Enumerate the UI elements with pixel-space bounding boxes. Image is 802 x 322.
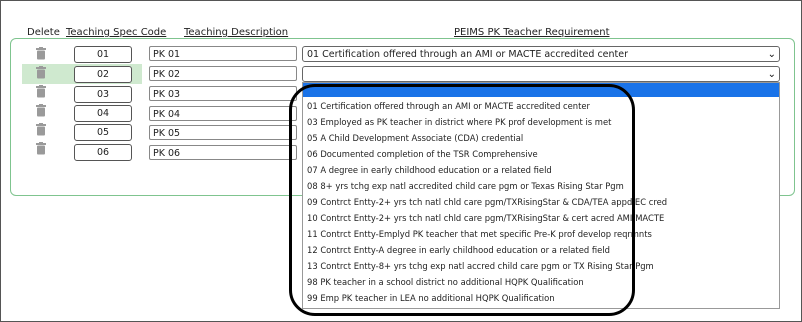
peims-requirement-select[interactable]: 01 Certification offered through an AMI … <box>302 46 780 62</box>
trash-icon[interactable] <box>35 85 47 98</box>
trash-icon[interactable] <box>35 66 47 79</box>
peims-requirement-select-open[interactable]: ⌄ <box>302 66 780 82</box>
dropdown-option[interactable]: 09 Contrct Entty-2+ yrs tch natl chld ca… <box>307 197 667 207</box>
teaching-description-field[interactable]: PK 05 <box>149 125 297 140</box>
teaching-spec-code-field[interactable]: 01 <box>74 46 132 63</box>
dropdown-option[interactable]: 12 Contrct Entty-A degree in early child… <box>307 245 610 255</box>
teaching-description-field[interactable]: PK 03 <box>149 86 297 101</box>
dropdown-option[interactable]: 99 Emp PK teacher in LEA no additional H… <box>307 293 555 303</box>
dropdown-option[interactable]: 10 Contrct Entty-2+ yrs tch natl chld ca… <box>307 213 664 223</box>
header-teaching-spec-code: Teaching Spec Code <box>66 27 167 38</box>
chevron-down-icon: ⌄ <box>767 49 776 60</box>
dropdown-option[interactable]: 01 Certification offered through an AMI … <box>307 101 590 111</box>
dropdown-option[interactable]: 07 A degree in early childhood education… <box>307 165 552 175</box>
header-teaching-description: Teaching Description <box>184 27 289 38</box>
dropdown-option[interactable]: 13 Contrct Entty-8+ yrs tchg exp natl ac… <box>307 261 654 271</box>
teaching-spec-code-field[interactable]: 04 <box>74 105 132 122</box>
trash-icon[interactable] <box>35 104 47 117</box>
teaching-spec-code-field[interactable]: 06 <box>74 144 132 161</box>
header-peims-pk-teacher-requirement: PEIMS PK Teacher Requirement <box>454 27 610 38</box>
dropdown-option[interactable]: 98 PK teacher in a school district no ad… <box>307 277 584 287</box>
dropdown-option-blank-highlighted[interactable] <box>303 83 779 97</box>
trash-icon[interactable] <box>35 47 47 60</box>
dropdown-option[interactable]: 11 Contrct Entty-Emplyd PK teacher that … <box>307 229 652 239</box>
trash-icon[interactable] <box>35 142 47 155</box>
teaching-description-field[interactable]: PK 04 <box>149 106 297 121</box>
teaching-spec-code-field[interactable]: 03 <box>74 86 132 103</box>
dropdown-option[interactable]: 06 Documented completion of the TSR Comp… <box>307 149 538 159</box>
dropdown-option[interactable]: 05 A Child Development Associate (CDA) c… <box>307 133 523 143</box>
teaching-description-field[interactable]: PK 01 <box>149 46 297 61</box>
teaching-description-field[interactable]: PK 02 <box>149 66 297 81</box>
chevron-down-icon: ⌄ <box>767 69 776 80</box>
dropdown-option[interactable]: 08 8+ yrs tchg exp natl accredited child… <box>307 181 624 191</box>
teaching-description-field[interactable]: PK 06 <box>149 145 297 160</box>
peims-requirement-value: 01 Certification offered through an AMI … <box>307 49 629 60</box>
teaching-spec-code-field[interactable]: 05 <box>74 124 132 141</box>
peims-requirement-dropdown-list: 01 Certification offered through an AMI … <box>302 82 780 309</box>
trash-icon[interactable] <box>35 123 47 136</box>
header-delete: Delete <box>27 27 60 38</box>
teaching-spec-code-field[interactable]: 02 <box>74 66 132 83</box>
dropdown-option[interactable]: 03 Employed as PK teacher in district wh… <box>307 117 611 127</box>
